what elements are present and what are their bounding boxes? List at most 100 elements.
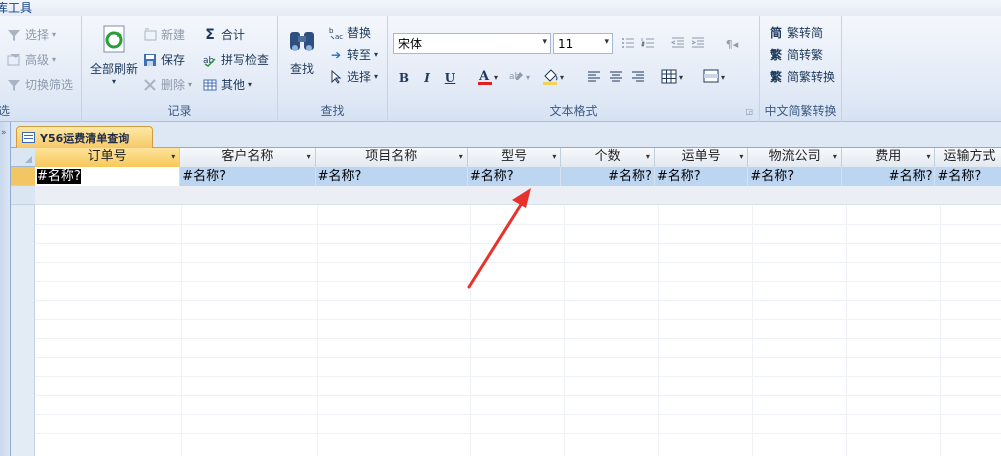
to-simplified-button[interactable]: 简 繁转简: [768, 24, 823, 41]
column-header[interactable]: 型号 ▾: [467, 148, 562, 167]
grid-line: [35, 281, 1001, 282]
filter-select-button[interactable]: 选择 ▾: [6, 26, 56, 43]
chevron-down-icon[interactable]: ▾: [459, 148, 463, 166]
grid-line: [35, 338, 1001, 339]
font-color-icon: A ▾: [477, 68, 501, 89]
chevron-down-icon: ▾: [542, 37, 547, 47]
column-header[interactable]: 客户名称 ▾: [180, 148, 316, 167]
table-cell[interactable]: #名称?: [468, 167, 562, 186]
column-header[interactable]: 项目名称 ▾: [315, 148, 468, 167]
bullets-button[interactable]: [618, 34, 638, 54]
record-selector-current[interactable]: [11, 167, 35, 186]
decrease-indent-button[interactable]: [668, 34, 688, 54]
table-cell[interactable]: #名称?: [316, 167, 468, 186]
totals-button[interactable]: Σ 合计: [202, 26, 245, 43]
navigation-pane-collapsed[interactable]: »: [0, 122, 11, 456]
expand-pane-icon[interactable]: »: [1, 128, 7, 138]
chevron-down-icon[interactable]: ▾: [739, 148, 743, 166]
align-center-button[interactable]: [606, 68, 626, 88]
replace-button[interactable]: b ac 替换: [328, 24, 371, 41]
ribbon: 选择 ▾ 高级 ▾ 切换筛选 选 全部刷新 ▾ 新建 保存 删除 ▾ Σ 合计 …: [0, 16, 1001, 122]
gridlines-button[interactable]: ▾: [660, 68, 688, 88]
refresh-all-button[interactable]: 全部刷新 ▾: [86, 24, 142, 86]
grid-line: [35, 262, 1001, 263]
grid-line: [35, 376, 1001, 377]
alternate-row-color-button[interactable]: ▾: [702, 68, 730, 88]
table-cell[interactable]: #名称?: [842, 167, 936, 186]
column-header[interactable]: 运单号 ▾: [654, 148, 749, 167]
chevron-down-icon[interactable]: ▾: [926, 148, 930, 166]
ribbon-tab-title[interactable]: 库工具: [0, 0, 32, 16]
filter-advanced-icon: [6, 52, 22, 68]
record-selector-new[interactable]: [11, 186, 35, 205]
chevron-down-icon[interactable]: ▾: [646, 148, 650, 166]
bold-button[interactable]: B: [394, 68, 414, 88]
chevron-down-icon[interactable]: ▾: [171, 148, 175, 166]
document-tab[interactable]: Y56运费清单查询: [16, 126, 153, 148]
toggle-filter-button[interactable]: 切换筛选: [6, 76, 73, 93]
chevron-down-icon[interactable]: ▾: [833, 148, 837, 166]
paint-bucket-icon: ▾: [542, 68, 568, 89]
fill-color-button[interactable]: ▾: [540, 68, 570, 88]
to-traditional-button[interactable]: 繁 简转繁: [768, 46, 823, 63]
spelling-button[interactable]: ab 拼写检查: [202, 51, 269, 68]
select-all-corner[interactable]: [11, 148, 35, 167]
column-header[interactable]: 费用 ▾: [841, 148, 936, 167]
bullet-list-icon: [621, 36, 635, 53]
new-record-button[interactable]: 新建: [142, 26, 185, 43]
font-name-select[interactable]: 宋体 ▾: [393, 33, 551, 54]
grid-line: [35, 433, 1001, 434]
table-cell[interactable]: #名称?: [935, 167, 1001, 186]
traditional-to-simplified-icon: 简: [769, 26, 782, 40]
outdent-icon: [670, 36, 685, 53]
select-button[interactable]: 选择 ▾: [328, 68, 378, 85]
grid-line: [35, 395, 1001, 396]
column-header-row: 订单号 ▾ 客户名称 ▾ 项目名称 ▾ 型号 ▾ 个数 ▾ 运单号 ▾ 物流公司 ▾ 费用 ▾ …: [35, 148, 1001, 167]
table-cell[interactable]: #名称?: [180, 167, 316, 186]
new-record-icon: [142, 27, 158, 43]
filter-advanced-button[interactable]: 高级 ▾: [6, 51, 56, 68]
chevron-down-icon[interactable]: ▾: [552, 148, 556, 166]
spelling-icon: ab: [202, 52, 218, 68]
underline-button[interactable]: U: [440, 68, 460, 88]
column-header[interactable]: 运输方式: [935, 148, 1001, 167]
refresh-icon: [98, 24, 130, 56]
number-list-icon: [641, 36, 655, 53]
new-record-row[interactable]: [35, 186, 1001, 205]
table-cell[interactable]: #名称?: [561, 167, 655, 186]
more-button[interactable]: 其他 ▾: [202, 76, 252, 93]
highlight-button[interactable]: ab ▾: [506, 68, 536, 88]
find-button[interactable]: 查找: [284, 24, 320, 77]
replace-icon: b ac: [328, 25, 344, 41]
simplified-to-traditional-icon: 繁: [769, 48, 782, 62]
find-group-label: 查找: [320, 104, 345, 118]
save-button[interactable]: 保存: [142, 51, 185, 68]
dialog-launcher-icon[interactable]: ◲: [745, 107, 753, 116]
svg-text:▾: ▾: [721, 73, 725, 82]
align-center-icon: [609, 70, 623, 87]
increase-indent-button[interactable]: [688, 34, 708, 54]
svg-text:▾: ▾: [494, 73, 498, 82]
goto-button[interactable]: ➔ 转至 ▾: [328, 46, 378, 63]
table-cell[interactable]: #名称?: [748, 167, 842, 186]
numbering-button[interactable]: [638, 34, 658, 54]
italic-button[interactable]: I: [417, 68, 437, 88]
table-cell[interactable]: #名称?: [35, 167, 181, 186]
gridlines-icon: ▾: [661, 69, 687, 88]
document-tab-bar: Y56运费清单查询: [11, 122, 1001, 148]
column-header[interactable]: 个数 ▾: [561, 148, 655, 167]
align-left-button[interactable]: [584, 68, 604, 88]
font-color-button[interactable]: A ▾: [474, 68, 504, 88]
column-header[interactable]: 订单号 ▾: [35, 148, 181, 167]
align-right-icon: [631, 70, 645, 87]
align-right-button[interactable]: [628, 68, 648, 88]
svg-text:▾: ▾: [560, 73, 564, 82]
font-size-select[interactable]: 11 ▾: [553, 33, 613, 54]
delete-button[interactable]: 删除 ▾: [142, 76, 192, 93]
chinese-convert-button[interactable]: 繁 简繁转换: [768, 68, 835, 85]
column-header[interactable]: 物流公司 ▾: [748, 148, 842, 167]
table-cell[interactable]: #名称?: [655, 167, 749, 186]
chevron-down-icon[interactable]: ▾: [307, 148, 311, 166]
ribbon-tab-strip: 库工具: [0, 0, 1001, 16]
paragraph-direction-button[interactable]: ¶◂: [722, 34, 742, 54]
